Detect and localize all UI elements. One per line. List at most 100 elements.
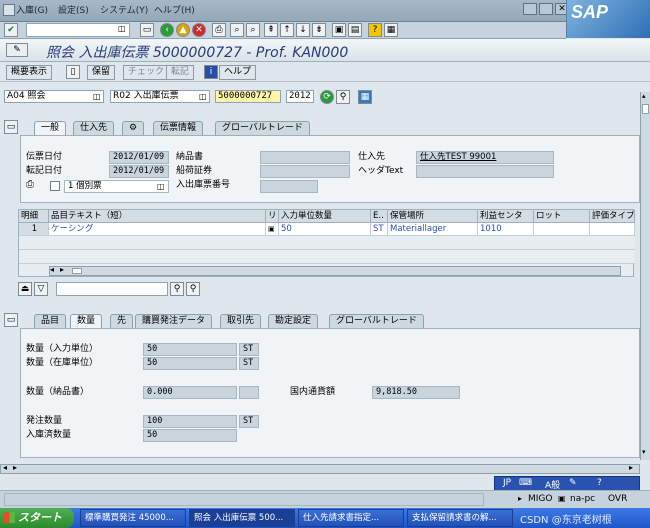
grid-header-unit[interactable]: E.. bbox=[371, 210, 388, 223]
taskbar-item-goods-movement[interactable]: 照会 入出庫伝票 500... bbox=[189, 509, 295, 527]
first-page-icon[interactable]: ⇞ bbox=[264, 23, 278, 37]
overview-button[interactable]: 概要表示 bbox=[6, 65, 53, 80]
command-history-icon[interactable]: ◫ bbox=[118, 24, 126, 33]
slip-dropdown-icon[interactable]: ◫ bbox=[157, 182, 165, 191]
tab-global-trade[interactable]: グローバルトレード bbox=[215, 121, 310, 135]
next-page-icon[interactable]: ↓ bbox=[296, 23, 310, 37]
table-view-icon[interactable]: ▦ bbox=[358, 90, 372, 104]
grid-header-val-type[interactable]: 評価タイプ bbox=[590, 210, 635, 223]
delete-row-icon[interactable]: ⏏ bbox=[18, 282, 32, 296]
filter-icon[interactable]: ▽ bbox=[34, 282, 48, 296]
tab-destination[interactable]: 先 bbox=[110, 314, 134, 328]
vertical-scroll-thumb[interactable] bbox=[642, 104, 649, 114]
tab-doc-info[interactable]: 伝票情報 bbox=[153, 121, 204, 135]
menu-item-settings[interactable]: 設定(S) bbox=[58, 5, 89, 18]
new-document-icon[interactable]: ▯ bbox=[66, 65, 80, 79]
print-checkbox[interactable] bbox=[50, 181, 60, 191]
ime-help-icon[interactable]: ? bbox=[597, 478, 602, 488]
grid-header-text[interactable]: 品目テキスト（短） bbox=[49, 210, 266, 223]
grid-header-qty[interactable]: 入力単位数量 bbox=[279, 210, 371, 223]
taskbar-item-invoice-release[interactable]: 支払保留請求書の解... bbox=[407, 509, 513, 527]
grid-horizontal-scrollbar[interactable]: ◂ ▸ bbox=[49, 265, 621, 276]
tab-icon[interactable]: ⚙ bbox=[122, 121, 145, 135]
status-arrow-icon[interactable]: ▸ bbox=[518, 494, 522, 503]
check-button[interactable]: チェック bbox=[123, 65, 170, 80]
tab-partner[interactable]: 取引先 bbox=[220, 314, 262, 328]
language-indicator[interactable]: JP bbox=[503, 478, 511, 488]
find-icon[interactable]: ⌕ bbox=[230, 23, 244, 37]
row-qty[interactable]: 50 bbox=[279, 223, 371, 236]
scroll-down-icon[interactable]: ▾ bbox=[642, 448, 646, 456]
detail-collapse-icon[interactable]: ▭ bbox=[4, 313, 18, 327]
scroll-up-icon[interactable]: ▴ bbox=[642, 92, 646, 100]
scroll-thumb[interactable] bbox=[72, 268, 82, 274]
execute-icon[interactable]: ⟳ bbox=[320, 90, 334, 104]
info-icon[interactable]: i bbox=[204, 65, 218, 79]
header-collapse-icon[interactable]: ▭ bbox=[4, 120, 18, 134]
binoculars-icon[interactable]: ⚲ bbox=[336, 90, 350, 104]
back-icon[interactable]: ‹ bbox=[160, 23, 174, 37]
reference-dropdown-icon[interactable]: ◫ bbox=[199, 92, 207, 101]
grid-header-batch[interactable]: ロット bbox=[534, 210, 590, 223]
layout-menu-icon[interactable]: ▦ bbox=[384, 23, 398, 37]
scroll-left-icon[interactable]: ◂ bbox=[50, 265, 54, 274]
vertical-scrollbar[interactable]: ▴ ▾ bbox=[640, 92, 650, 460]
cancel-icon[interactable]: ✕ bbox=[192, 23, 206, 37]
command-field[interactable] bbox=[26, 23, 130, 37]
grid-header-profit-center[interactable]: 利益センタ bbox=[478, 210, 534, 223]
tab-po-data[interactable]: 購買発注データ bbox=[135, 314, 213, 328]
tab-account[interactable]: 勘定設定 bbox=[268, 314, 319, 328]
row-profit-center[interactable]: 1010 bbox=[478, 223, 534, 236]
grid-find-icon[interactable]: ⚲ bbox=[170, 282, 184, 296]
row-unit[interactable]: ST bbox=[371, 223, 388, 236]
grid-search-input[interactable] bbox=[56, 282, 168, 296]
taskbar-item-vendor-invoice[interactable]: 仕入先請求書指定... bbox=[298, 509, 404, 527]
hold-button[interactable]: 保留 bbox=[87, 65, 116, 80]
grid-header-sloc[interactable]: 保管場所 bbox=[388, 210, 478, 223]
grid-header-li[interactable]: リ bbox=[266, 210, 279, 223]
post-button[interactable]: 転記 bbox=[166, 65, 195, 80]
keyboard-icon[interactable]: ⌨ bbox=[519, 478, 532, 488]
taskbar-item-po[interactable]: 標準購買発注 45000... bbox=[80, 509, 186, 527]
page-scroll-left-icon[interactable]: ◂ bbox=[3, 463, 7, 472]
help-button[interactable]: ヘルプ bbox=[219, 65, 257, 80]
row-batch[interactable] bbox=[534, 223, 590, 236]
menu-item-system[interactable]: システム(Y) bbox=[100, 5, 148, 18]
action-select[interactable]: A04 照会 bbox=[4, 90, 104, 103]
last-page-icon[interactable]: ⇟ bbox=[312, 23, 326, 37]
tab-vendor[interactable]: 仕入先 bbox=[73, 121, 115, 135]
print-icon[interactable]: ⎙ bbox=[212, 23, 226, 37]
slip-type-select[interactable]: 1 個別票 bbox=[64, 180, 169, 193]
tab-item-global-trade[interactable]: グローバルトレード bbox=[329, 314, 424, 328]
page-scroll-right-icon[interactable]: ▸ bbox=[13, 463, 17, 472]
grid-find-next-icon[interactable]: ⚲ bbox=[186, 282, 200, 296]
reference-select[interactable]: R02 入出庫伝票 bbox=[110, 90, 210, 103]
row-material-text[interactable]: ケーシング bbox=[49, 223, 266, 236]
new-session-icon[interactable]: ▣ bbox=[332, 23, 346, 37]
find-next-icon[interactable]: ⌕ bbox=[246, 23, 260, 37]
help-icon[interactable]: ? bbox=[368, 23, 382, 37]
shortcut-icon[interactable]: ▤ bbox=[348, 23, 362, 37]
page-scroll-right-end-icon[interactable]: ▸ bbox=[629, 463, 633, 472]
menu-item-receipt[interactable]: 入庫(G) bbox=[16, 5, 48, 18]
document-number-field[interactable]: 5000000727 bbox=[215, 90, 281, 103]
exit-icon[interactable]: ▲ bbox=[176, 23, 190, 37]
row-sloc[interactable]: Materiallager bbox=[388, 223, 478, 236]
ime-tools-icon[interactable]: ✎ bbox=[569, 478, 577, 488]
maximize-icon[interactable] bbox=[539, 3, 553, 15]
menu-item-help[interactable]: ヘルプ(H) bbox=[154, 5, 195, 18]
tab-material[interactable]: 品目 bbox=[34, 314, 67, 328]
tab-general[interactable]: 一般 bbox=[34, 121, 67, 135]
printer-icon[interactable]: ⎙ bbox=[26, 179, 34, 190]
sap-window-icon[interactable] bbox=[3, 4, 15, 16]
enter-icon[interactable]: ✔ bbox=[4, 23, 18, 37]
minimize-icon[interactable] bbox=[523, 3, 537, 15]
fiscal-year-field[interactable]: 2012 bbox=[286, 90, 314, 103]
start-button[interactable]: スタート bbox=[0, 508, 74, 528]
action-dropdown-icon[interactable]: ◫ bbox=[93, 92, 101, 101]
prev-page-icon[interactable]: ↑ bbox=[280, 23, 294, 37]
page-horizontal-scrollbar[interactable]: ◂ ▸ ▸ bbox=[0, 463, 640, 474]
save-icon[interactable]: ▭ bbox=[140, 23, 154, 37]
grid-header-item[interactable]: 明細 bbox=[19, 210, 49, 223]
row-li-cell[interactable]: ▣ bbox=[266, 223, 279, 236]
